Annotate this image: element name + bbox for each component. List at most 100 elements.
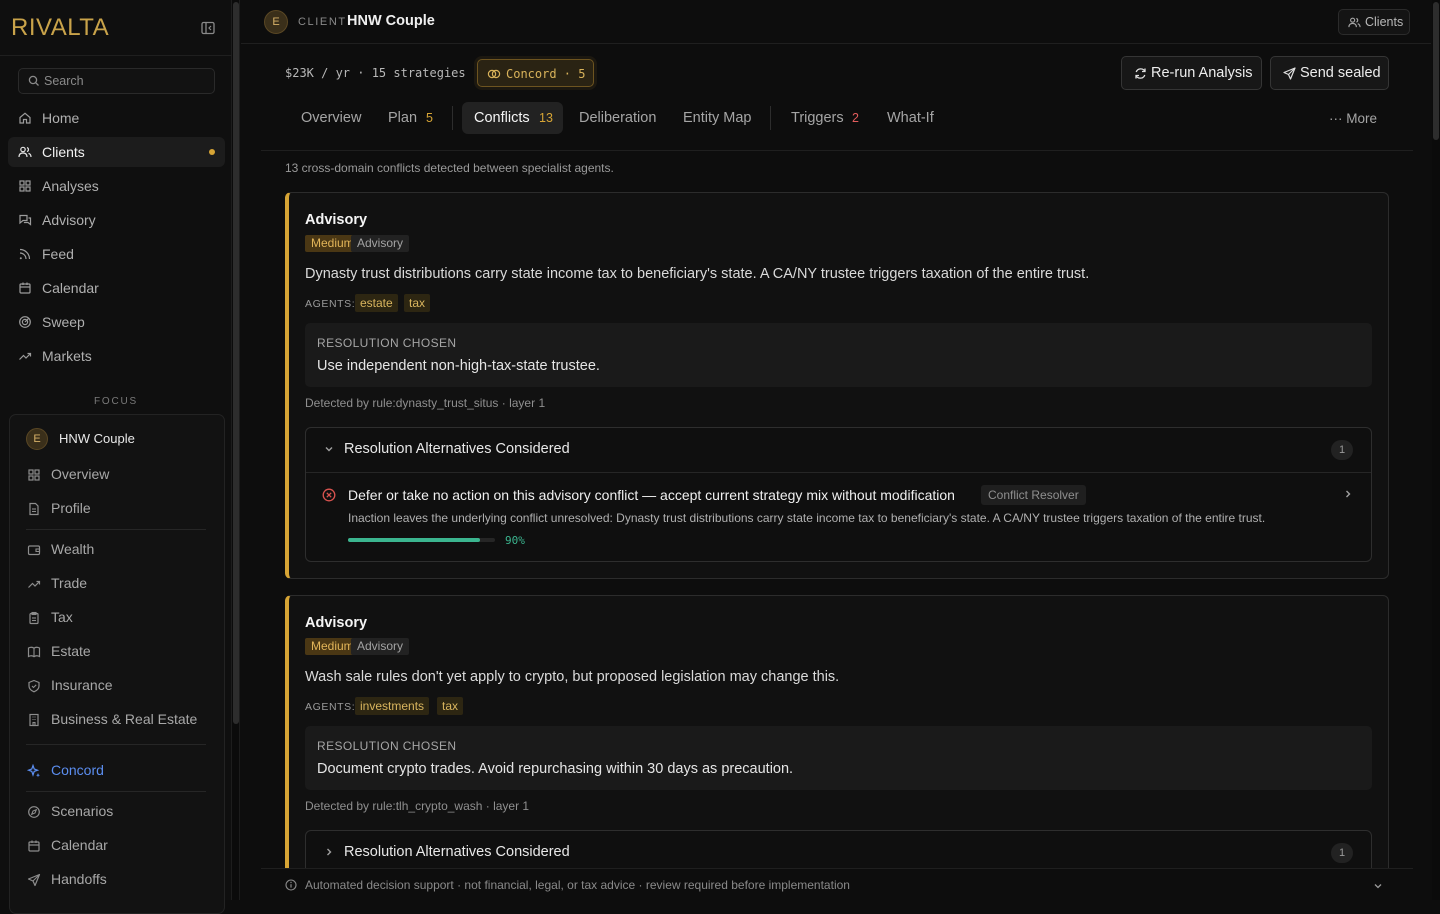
- conflict-title: Advisory: [305, 212, 368, 228]
- focus-item-estate[interactable]: Estate: [18, 638, 218, 666]
- alternative-item[interactable]: Defer or take no action on this advisory…: [306, 472, 1371, 561]
- focus-item-calendar[interactable]: Calendar: [18, 832, 218, 860]
- focus-divider: [26, 744, 206, 745]
- chevron-right-icon: [324, 847, 334, 857]
- disclaimer-footer: Automated decision support · not financi…: [261, 868, 1413, 900]
- concord-rings-icon: [487, 68, 501, 80]
- tab-separator: [770, 106, 771, 130]
- agent-tag: tax: [404, 294, 431, 312]
- focus-item-label: Concord: [51, 762, 104, 778]
- nav-markets[interactable]: Markets: [8, 341, 225, 371]
- alternatives-heading: Resolution Alternatives Considered: [344, 441, 570, 457]
- alternatives-count: 1: [1331, 843, 1353, 863]
- focus-item-trade[interactable]: Trade: [18, 570, 218, 598]
- category-badge: Advisory: [351, 638, 410, 655]
- focus-item-label: Wealth: [51, 541, 95, 557]
- trending-up-icon: [27, 577, 41, 591]
- sidebar-collapse-icon[interactable]: [200, 20, 216, 36]
- tab-entity-map[interactable]: Entity Map: [671, 102, 763, 134]
- rss-icon: [18, 247, 32, 261]
- nav-home[interactable]: Home: [8, 103, 225, 133]
- tab-what-if[interactable]: What-If: [875, 102, 947, 134]
- scrollbar-thumb[interactable]: [233, 2, 239, 724]
- resolution-text: Use independent non-high-tax-state trust…: [317, 358, 600, 374]
- tab-plan[interactable]: Plan 5: [376, 102, 446, 134]
- alternatives-count: 1: [1331, 440, 1353, 460]
- focus-item-label: Business & Real Estate: [51, 711, 198, 727]
- calendar-icon: [18, 281, 32, 295]
- rerun-label: Re-run Analysis: [1151, 65, 1253, 81]
- info-icon: [285, 879, 297, 891]
- scrollbar-thumb[interactable]: [1433, 2, 1439, 140]
- plan-meta: $23K / yr · 15 strategies: [285, 66, 466, 80]
- main-scrollbar[interactable]: [1432, 0, 1440, 900]
- nav-analyses[interactable]: Analyses: [8, 171, 225, 201]
- agent-tag: tax: [437, 697, 464, 715]
- search-input[interactable]: Search: [18, 68, 215, 94]
- nav-label: Calendar: [42, 280, 99, 296]
- focus-client[interactable]: E HNW Couple: [18, 425, 218, 453]
- nav-label: Markets: [42, 348, 92, 364]
- nav-calendar[interactable]: Calendar: [8, 273, 225, 303]
- search-placeholder: Search: [44, 74, 84, 88]
- conflict-description: Dynasty trust distributions carry state …: [305, 266, 1090, 282]
- nav-label: Advisory: [42, 212, 96, 228]
- focus-item-insurance[interactable]: Insurance: [18, 672, 218, 700]
- app-logo[interactable]: RIVALTA: [11, 14, 109, 42]
- concord-pill-label: Concord · 5: [506, 67, 586, 81]
- nav-sweep[interactable]: Sweep: [8, 307, 225, 337]
- focus-divider: [26, 791, 206, 792]
- focus-item-wealth[interactable]: Wealth: [18, 536, 218, 564]
- radar-icon: [18, 315, 32, 329]
- more-tabs-button[interactable]: ··· More: [1319, 102, 1399, 134]
- tab-conflicts[interactable]: Conflicts 13: [462, 102, 563, 134]
- nav-feed[interactable]: Feed: [8, 239, 225, 269]
- shield-icon: [27, 679, 41, 693]
- tab-deliberation[interactable]: Deliberation: [567, 102, 667, 134]
- chevron-down-icon[interactable]: [1373, 881, 1383, 891]
- alternative-source-tag: Conflict Resolver: [981, 485, 1086, 505]
- nav-clients[interactable]: Clients: [8, 137, 225, 167]
- focus-item-business-real-estate[interactable]: Business & Real Estate: [18, 706, 218, 734]
- focus-item-concord[interactable]: Concord: [18, 757, 218, 785]
- send-icon: [27, 873, 41, 887]
- focus-item-overview[interactable]: Overview: [18, 461, 218, 489]
- tab-label: Triggers: [791, 110, 844, 126]
- tab-label: What-If: [887, 110, 934, 126]
- tab-triggers[interactable]: Triggers 2: [779, 102, 869, 134]
- nav-label: Analyses: [42, 178, 99, 194]
- clipboard-icon: [27, 611, 41, 625]
- sidebar-scrollbar[interactable]: [232, 0, 240, 900]
- focus-item-label: Insurance: [51, 677, 113, 693]
- tab-label: Conflicts: [474, 110, 530, 126]
- resolution-heading: RESOLUTION CHOSEN: [317, 739, 457, 753]
- rerun-analysis-button[interactable]: Re-run Analysis: [1121, 56, 1262, 90]
- rejected-x-icon: [322, 488, 336, 502]
- send-label: Send sealed: [1300, 65, 1381, 81]
- building-icon: [27, 713, 41, 727]
- alternatives-toggle[interactable]: Resolution Alternatives Considered 1: [306, 428, 1371, 472]
- book-icon: [27, 645, 41, 659]
- tab-label: Deliberation: [579, 110, 657, 126]
- more-label: ··· More: [1329, 111, 1377, 126]
- focus-item-tax[interactable]: Tax: [18, 604, 218, 632]
- calendar-icon: [27, 839, 41, 853]
- resolution-text: Document crypto trades. Avoid repurchasi…: [317, 761, 794, 777]
- concord-pill[interactable]: Concord · 5: [477, 59, 594, 87]
- focus-item-handoffs[interactable]: Handoffs: [18, 866, 218, 894]
- agents-label: AGENTS:: [305, 701, 356, 713]
- clients-button-label: Clients: [1365, 15, 1404, 29]
- conflict-title: Advisory: [305, 615, 368, 631]
- top-bar: E CLIENT HNW Couple Clients: [241, 0, 1431, 44]
- send-sealed-button[interactable]: Send sealed: [1270, 56, 1389, 90]
- tab-overview[interactable]: Overview: [289, 102, 374, 134]
- alternatives-panel: Resolution Alternatives Considered 1 Def…: [305, 427, 1372, 562]
- users-icon: [1348, 16, 1361, 29]
- focus-item-profile[interactable]: Profile: [18, 495, 218, 523]
- focus-item-scenarios[interactable]: Scenarios: [18, 798, 218, 826]
- focus-item-label: Tax: [51, 609, 73, 625]
- focus-section-label: FOCUS: [94, 396, 138, 407]
- tab-separator: [452, 106, 453, 130]
- clients-button[interactable]: Clients: [1338, 9, 1410, 35]
- nav-advisory[interactable]: Advisory: [8, 205, 225, 235]
